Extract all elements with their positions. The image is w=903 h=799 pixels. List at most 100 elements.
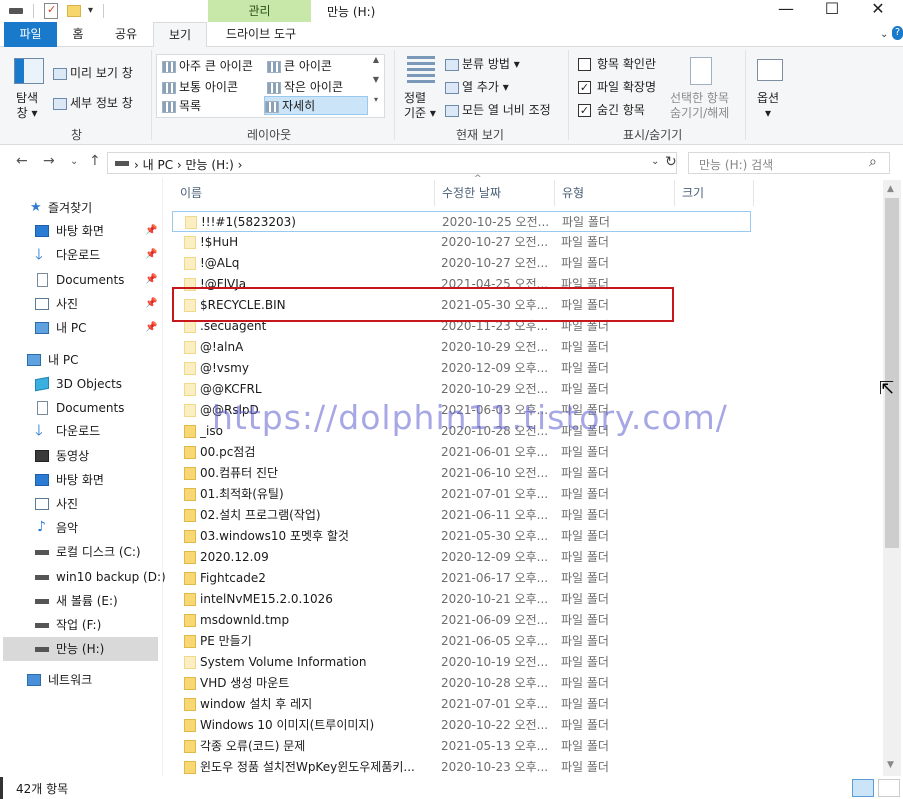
pin-icon[interactable]: 📌 <box>145 268 157 292</box>
nav-item-pictures-pc[interactable]: 사진 <box>3 492 158 516</box>
nav-item-local-disk-c[interactable]: 로컬 디스크 (C:) <box>3 540 158 564</box>
vertical-scrollbar[interactable]: ▲ ▼ <box>883 180 901 776</box>
file-row[interactable]: 2020.12.09 2020-12-09 오후... 파일 폴더 <box>172 547 752 568</box>
expand-gallery-icon[interactable]: ▾ <box>370 95 382 115</box>
file-row[interactable]: PE 만들기 2021-06-05 오후... 파일 폴더 <box>172 631 752 652</box>
large-icons-view-button[interactable] <box>878 779 900 797</box>
column-header-name[interactable]: 이름 <box>172 180 434 206</box>
breadcrumb[interactable]: › 내 PC › 만능 (H:) › <box>134 156 242 173</box>
file-row[interactable]: msdownld.tmp 2021-06-09 오전... 파일 폴더 <box>172 610 752 631</box>
column-divider[interactable] <box>753 180 754 206</box>
nav-item-videos[interactable]: 동영상 <box>3 444 158 468</box>
tab-view[interactable]: 보기 <box>153 22 207 48</box>
sort-by-button[interactable]: 정렬 기준 ▾ <box>404 91 436 121</box>
help-icon[interactable]: ? <box>892 26 903 40</box>
scroll-up-icon[interactable]: ▲ <box>887 184 894 194</box>
chevron-down-icon[interactable]: ⌄ <box>880 29 888 40</box>
navigation-pane-icon[interactable] <box>14 58 44 84</box>
file-row[interactable]: !!!#1(5823203) 2020-10-25 오전... 파일 폴더 <box>172 211 751 232</box>
chevron-down-icon[interactable]: ▼ <box>370 75 382 95</box>
layout-medium-icons[interactable]: 보통 아이콘 <box>162 78 238 95</box>
nav-item-desktop[interactable]: 바탕 화면 📌 <box>3 219 158 243</box>
nav-item-pictures[interactable]: 사진 📌 <box>3 292 158 316</box>
nav-item-network[interactable]: 네트워크 <box>3 668 158 692</box>
group-by-button[interactable]: 분류 방법 ▾ <box>445 55 520 72</box>
quick-access-dropdown-icon[interactable]: ▾ <box>88 5 104 21</box>
details-pane-button[interactable]: 세부 정보 창 <box>53 94 133 111</box>
file-row[interactable]: Windows 10 이미지(트루이미지) 2020-10-22 오전... 파일 … <box>172 715 752 736</box>
manage-context-tab[interactable]: 관리 <box>208 0 311 22</box>
tab-share[interactable]: 공유 <box>104 22 148 47</box>
layout-details[interactable]: 자세히 <box>264 96 368 115</box>
refresh-icon[interactable]: ↻ <box>665 154 677 170</box>
tab-home[interactable]: 홈 <box>60 22 96 47</box>
sort-icon[interactable] <box>407 56 435 84</box>
file-row[interactable]: 03.windows10 포멧후 할것 2021-05-30 오후... 파일 폴더 <box>172 526 752 547</box>
column-header-size[interactable]: 크기 <box>674 180 754 206</box>
nav-item-downloads-pc[interactable]: 🡓 다운로드 <box>3 419 158 443</box>
file-row[interactable]: !@ALq 2020-10-27 오전... 파일 폴더 <box>172 253 752 274</box>
layout-list[interactable]: 목록 <box>162 97 201 114</box>
nav-item-quick-access[interactable]: ★ 즐겨찾기 <box>3 196 158 220</box>
address-dropdown-icon[interactable]: ⌄ <box>651 156 659 167</box>
file-row[interactable]: !$HuH 2020-10-27 오전... 파일 폴더 <box>172 232 752 253</box>
forward-arrow-icon[interactable]: → <box>43 153 55 169</box>
navigation-pane-button[interactable]: 탐색 창 ▾ <box>16 91 38 121</box>
file-row[interactable]: Fightcade2 2021-06-17 오후... 파일 폴더 <box>172 568 752 589</box>
tab-file[interactable]: 파일 <box>4 22 57 47</box>
item-checkboxes-toggle[interactable]: 항목 확인란 <box>578 55 656 72</box>
size-columns-button[interactable]: 모든 열 너비 조정 <box>445 101 551 118</box>
file-row[interactable]: VHD 생성 마운트 2020-10-28 오후... 파일 폴더 <box>172 673 752 694</box>
file-row[interactable]: window 설치 후 레지 2021-07-01 오후... 파일 폴더 <box>172 694 752 715</box>
column-header-modified[interactable]: 수정한 날짜 <box>434 180 554 206</box>
chevron-up-icon[interactable]: ▲ <box>370 55 382 75</box>
hide-selected-button[interactable]: 선택한 항목 숨기기/해제 <box>670 91 729 121</box>
nav-item-music[interactable]: ♪ 음악 <box>3 516 158 540</box>
search-box[interactable]: 만능 (H:) 검색 ⌕ <box>688 152 890 174</box>
nav-item-drive-h[interactable]: 만능 (H:) <box>3 637 158 661</box>
file-row[interactable]: 윈도우 정품 설치전WpKey윈도우제품키... 2020-10-23 오후...… <box>172 757 752 778</box>
options-icon[interactable] <box>757 59 783 81</box>
nav-item-drive-f[interactable]: 작업 (F:) <box>3 613 158 637</box>
nav-item-documents-pc[interactable]: Documents <box>3 396 158 420</box>
new-folder-icon[interactable] <box>67 5 81 17</box>
pin-icon[interactable]: 📌 <box>145 292 157 316</box>
search-icon[interactable]: ⌕ <box>869 154 877 170</box>
hidden-items-toggle[interactable]: ✓ 숨긴 항목 <box>578 101 645 118</box>
maximize-button[interactable]: ☐ <box>809 0 855 22</box>
add-columns-button[interactable]: 열 추가 ▾ <box>445 78 509 95</box>
nav-item-3d-objects[interactable]: 3D Objects <box>3 372 158 396</box>
close-button[interactable]: ✕ <box>855 0 901 22</box>
nav-item-drive-e[interactable]: 새 볼륨 (E:) <box>3 589 158 613</box>
nav-item-desktop-pc[interactable]: 바탕 화면 <box>3 468 158 492</box>
back-arrow-icon[interactable]: ← <box>16 153 28 169</box>
file-extensions-toggle[interactable]: ✓ 파일 확장명 <box>578 78 656 95</box>
preview-pane-button[interactable]: 미리 보기 창 <box>53 64 133 81</box>
options-button[interactable]: 옵션 ▾ <box>757 91 779 121</box>
recent-locations-chevron-icon[interactable]: ⌄ <box>70 156 78 167</box>
file-row[interactable]: @!alnA 2020-10-29 오전... 파일 폴더 <box>172 337 752 358</box>
file-row[interactable]: @@KCFRL 2020-10-29 오전... 파일 폴더 <box>172 379 752 400</box>
file-row[interactable]: 00.pc점검 2021-06-01 오후... 파일 폴더 <box>172 442 752 463</box>
layout-large-icons[interactable]: 큰 아이콘 <box>267 57 332 74</box>
nav-item-downloads[interactable]: 🡓 다운로드 📌 <box>3 243 158 267</box>
file-row[interactable]: 각종 오류(코드) 문제 2021-05-13 오후... 파일 폴더 <box>172 736 752 757</box>
minimize-button[interactable]: — <box>763 0 809 22</box>
up-arrow-icon[interactable]: ↑ <box>89 153 101 169</box>
nav-item-drive-d[interactable]: win10 backup (D:) <box>3 565 166 589</box>
scrollbar-thumb[interactable] <box>885 198 899 548</box>
details-view-button[interactable] <box>852 779 874 797</box>
nav-item-this-pc-pinned[interactable]: 내 PC 📌 <box>3 316 158 340</box>
layout-extra-large-icons[interactable]: 아주 큰 아이콘 <box>162 57 253 74</box>
tab-drive-tools[interactable]: 드라이브 도구 <box>210 22 312 47</box>
address-bar[interactable]: › 내 PC › 만능 (H:) › ⌄ ↻ <box>107 152 677 174</box>
file-row[interactable]: 02.설치 프로그램(작업) 2021-06-11 오후... 파일 폴더 <box>172 505 752 526</box>
nav-item-this-pc[interactable]: 내 PC <box>3 348 158 372</box>
pane-divider[interactable] <box>162 178 163 776</box>
file-row[interactable]: 00.컴퓨터 진단 2021-06-10 오전... 파일 폴더 <box>172 463 752 484</box>
file-row[interactable]: @!vsmy 2020-12-09 오후... 파일 폴더 <box>172 358 752 379</box>
file-row[interactable]: 01.최적화(유틸) 2021-07-01 오후... 파일 폴더 <box>172 484 752 505</box>
layout-small-icons[interactable]: 작은 아이콘 <box>267 78 343 95</box>
column-header-type[interactable]: 유형 <box>554 180 674 206</box>
nav-item-documents[interactable]: Documents 📌 <box>3 268 158 292</box>
